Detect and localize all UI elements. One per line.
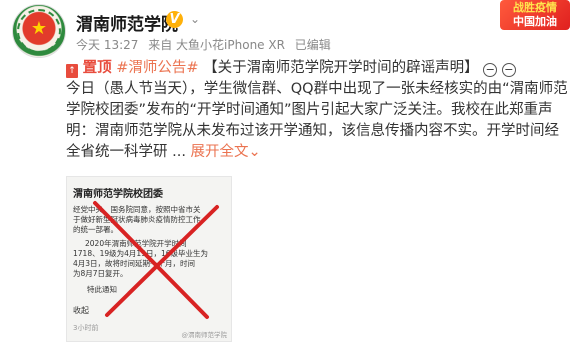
account-name[interactable]: 渭南师范学院: [76, 10, 178, 35]
post-title: 【关于渭南师范学院开学时间的辟谣声明】: [203, 60, 479, 76]
expand-link[interactable]: 展开全文⌄: [191, 144, 261, 160]
emoji-icon: −: [501, 63, 516, 77]
chevron-down-icon[interactable]: ⌄: [249, 144, 261, 160]
topic-link[interactable]: #渭师公告#: [116, 60, 198, 76]
pin-icon: ↑: [66, 64, 78, 78]
chevron-down-icon[interactable]: ⌄: [190, 12, 204, 26]
post-source: 来自 大鱼小花iPhone XR: [148, 38, 285, 52]
cross-stroke: [105, 205, 219, 317]
badge-line-2: 中国加油: [513, 15, 557, 28]
badge-line-1: 战胜疫情: [513, 1, 557, 14]
verified-icon: V: [166, 11, 183, 28]
expand-label[interactable]: 展开全文: [191, 144, 249, 160]
post-body-1: 今日（愚人节当天），学生微信群、QQ群中出现了一张未经核实的由: [66, 81, 503, 97]
campaign-badge[interactable]: 战胜疫情 中国加油: [500, 0, 570, 30]
cross-stroke: [93, 201, 209, 319]
star-icon: ★: [30, 18, 48, 39]
red-cross-mark: [93, 201, 219, 319]
post-time[interactable]: 今天 13:27: [76, 38, 138, 52]
avatar[interactable]: ★: [12, 4, 66, 58]
post-content: ↑ 置顶 #渭师公告# 【关于渭南师范学院开学时间的辟谣声明】 − − 今日（愚…: [66, 58, 570, 163]
post-meta: 今天 13:27 来自 大鱼小花iPhone XR 已编辑: [76, 36, 337, 53]
pin-label: 置顶: [82, 60, 112, 76]
edited-label[interactable]: 已编辑: [295, 38, 331, 52]
emoji-icon: −: [483, 63, 498, 77]
photo-watermark: @渭南师范学院: [181, 331, 228, 339]
post-image[interactable]: 渭南师范学院校团委 经党中央、国务院同意，按照中省市关 于做好新型冠状病毒肺炎疫…: [66, 176, 232, 342]
